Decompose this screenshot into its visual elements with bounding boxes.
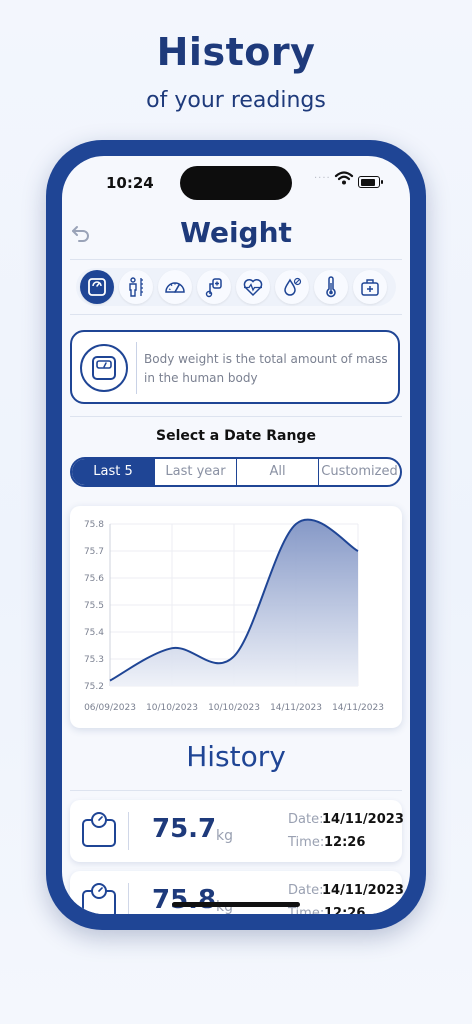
weight-scale-icon xyxy=(88,278,106,296)
header-divider xyxy=(70,259,402,260)
range-option-last-5[interactable]: Last 5 xyxy=(72,459,154,485)
category-gauge[interactable] xyxy=(158,270,192,304)
category-blood-pressure[interactable] xyxy=(197,270,231,304)
chart-x-tick: 10/10/2023 xyxy=(208,703,260,713)
history-value: 75.8 xyxy=(152,885,217,914)
history-time-label: Time: xyxy=(288,835,325,850)
wifi-icon xyxy=(334,171,354,185)
history-date-label: Date: xyxy=(288,812,324,827)
category-medical[interactable] xyxy=(353,270,387,304)
history-date: 14/11/2023 xyxy=(322,812,404,827)
chart-y-tick: 75.2 xyxy=(84,682,104,692)
range-option-last-year[interactable]: Last year xyxy=(154,459,236,485)
history-title: History xyxy=(186,740,286,773)
info-description: Body weight is the total amount of mass … xyxy=(144,352,388,385)
category-glucose[interactable] xyxy=(275,270,309,304)
status-bar: 10:24 ···· xyxy=(62,156,410,206)
chart-y-tick: 75.6 xyxy=(84,574,104,584)
weight-scale-icon xyxy=(82,812,116,847)
blood-pressure-icon xyxy=(205,278,222,298)
history-row[interactable]: 75.7 kg Date: 14/11/2023 Time: 12:26 xyxy=(70,800,404,862)
category-weight[interactable] xyxy=(80,270,114,304)
history-date-label: Date: xyxy=(288,883,324,898)
weight-chart: 75.8 75.7 75.6 75.5 75.4 75.3 75.2 06/09/2023 10… xyxy=(84,518,384,713)
history-separator xyxy=(128,883,129,914)
info-divider xyxy=(70,416,402,417)
signal-dots: ···· xyxy=(314,173,331,184)
date-range-selector: Last 5 Last year All Customized xyxy=(70,457,402,487)
phone-screen: 10:24 ···· Weight Body weight is the tot… xyxy=(62,156,410,914)
history-separator xyxy=(128,812,129,850)
history-value: 75.7 xyxy=(152,814,217,844)
history-divider xyxy=(70,790,402,791)
history-time: 12:26 xyxy=(324,906,366,914)
chart-y-tick: 75.5 xyxy=(84,601,104,611)
glucose-drop-icon xyxy=(284,277,302,296)
phone-frame: 10:24 ···· Weight Body weight is the tot… xyxy=(46,140,426,930)
chart-x-tick: 06/09/2023 xyxy=(84,703,136,713)
chart-y-tick: 75.3 xyxy=(84,655,104,665)
history-time: 12:26 xyxy=(324,835,366,850)
gauge-icon xyxy=(165,282,185,293)
heart-rate-icon xyxy=(243,279,263,297)
hero-title: History xyxy=(156,30,316,74)
weight-chart-card: 75.8 75.7 75.6 75.5 75.4 75.3 75.2 06/09/2023 10… xyxy=(70,506,402,728)
range-option-customized[interactable]: Customized xyxy=(318,459,400,485)
category-temperature[interactable] xyxy=(314,270,348,304)
height-body-icon xyxy=(129,277,143,297)
range-option-all[interactable]: All xyxy=(236,459,318,485)
chart-x-tick: 14/11/2023 xyxy=(332,703,384,713)
chart-x-tick: 10/10/2023 xyxy=(146,703,198,713)
home-indicator[interactable] xyxy=(172,902,300,907)
medical-kit-icon xyxy=(361,279,379,296)
category-divider xyxy=(70,314,402,315)
info-separator xyxy=(136,342,137,394)
category-height[interactable] xyxy=(119,270,153,304)
chart-x-tick: 14/11/2023 xyxy=(270,703,322,713)
category-bar xyxy=(76,268,396,306)
history-date: 14/11/2023 xyxy=(322,883,404,898)
history-row[interactable]: 75.8 kg Date: 14/11/2023 Time: 12:26 xyxy=(70,871,404,914)
hero-subtitle: of your readings xyxy=(146,88,326,113)
history-time-label: Time: xyxy=(288,906,325,914)
battery-icon xyxy=(358,176,383,188)
info-card: Body weight is the total amount of mass … xyxy=(70,330,400,404)
info-icon-circle xyxy=(80,344,128,392)
date-range-title: Select a Date Range xyxy=(156,428,316,444)
thermometer-icon xyxy=(326,276,336,298)
status-time: 10:24 xyxy=(106,174,154,192)
chart-y-tick: 75.4 xyxy=(84,628,104,638)
page-title: Weight xyxy=(180,216,292,249)
weight-scale-icon xyxy=(92,356,116,380)
dynamic-island xyxy=(180,166,292,200)
history-unit: kg xyxy=(216,828,233,844)
weight-scale-icon xyxy=(82,883,116,914)
chart-y-tick: 75.8 xyxy=(84,520,104,530)
chart-y-tick: 75.7 xyxy=(84,547,104,557)
category-heart[interactable] xyxy=(236,270,270,304)
